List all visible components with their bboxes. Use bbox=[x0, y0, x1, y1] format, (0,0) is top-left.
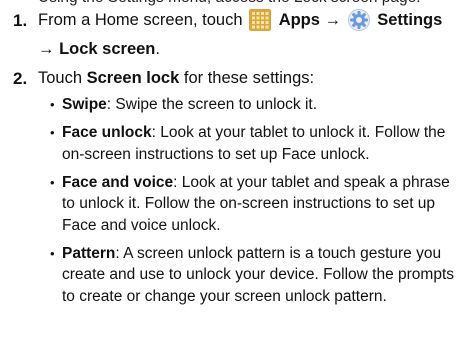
step-number: 2. bbox=[13, 69, 28, 88]
option-term: Pattern bbox=[62, 244, 116, 262]
bullet: • bbox=[50, 174, 55, 190]
step-2: 2. Touch Screen lock for these settings:… bbox=[0, 67, 474, 314]
step-1: 1. From a Home screen, touch Apps → Sett… bbox=[0, 9, 474, 61]
option-pattern: • Pattern: A screen unlock pattern is a … bbox=[50, 243, 460, 308]
apps-grid-icon bbox=[249, 9, 272, 38]
step-1-intro: From a Home screen, touch bbox=[38, 11, 243, 29]
step-2-intro: Touch bbox=[38, 69, 83, 87]
bullet: • bbox=[50, 245, 55, 261]
option-term: Face and voice bbox=[62, 173, 174, 191]
option-desc: : A screen unlock pattern is a touch ges… bbox=[62, 244, 455, 305]
bullet: • bbox=[50, 125, 55, 140]
screen-lock-label: Screen lock bbox=[86, 69, 180, 87]
lock-screen-label: → Lock screen bbox=[38, 40, 156, 58]
option-face-unlock: • Face unlock: Look at your tablet to un… bbox=[50, 122, 460, 165]
apps-label: Apps → bbox=[278, 11, 342, 29]
option-swipe: • Swipe: Swipe the screen to unlock it. bbox=[50, 94, 460, 116]
step-2-outro: for these settings: bbox=[183, 69, 315, 87]
settings-gear-icon bbox=[347, 9, 370, 38]
step-1-period: . bbox=[155, 40, 160, 58]
bullet: • bbox=[50, 97, 55, 112]
step-text: Touch Screen lock for these settings: bbox=[38, 67, 464, 90]
option-face-and-voice: • Face and voice: Look at your tablet an… bbox=[50, 172, 460, 237]
option-desc: : Swipe the screen to unlock it. bbox=[106, 96, 318, 113]
step-text: From a Home screen, touch Apps → Setting… bbox=[38, 9, 464, 61]
clipped-top-line: Using the Settings menu, access the Lock… bbox=[38, 0, 421, 8]
screen-lock-options: • Swipe: Swipe the screen to unlock it. … bbox=[0, 94, 474, 307]
option-term: Swipe bbox=[62, 96, 107, 113]
settings-label: Settings bbox=[377, 11, 443, 29]
option-term: Face unlock bbox=[62, 124, 152, 141]
step-number: 1. bbox=[13, 11, 28, 30]
